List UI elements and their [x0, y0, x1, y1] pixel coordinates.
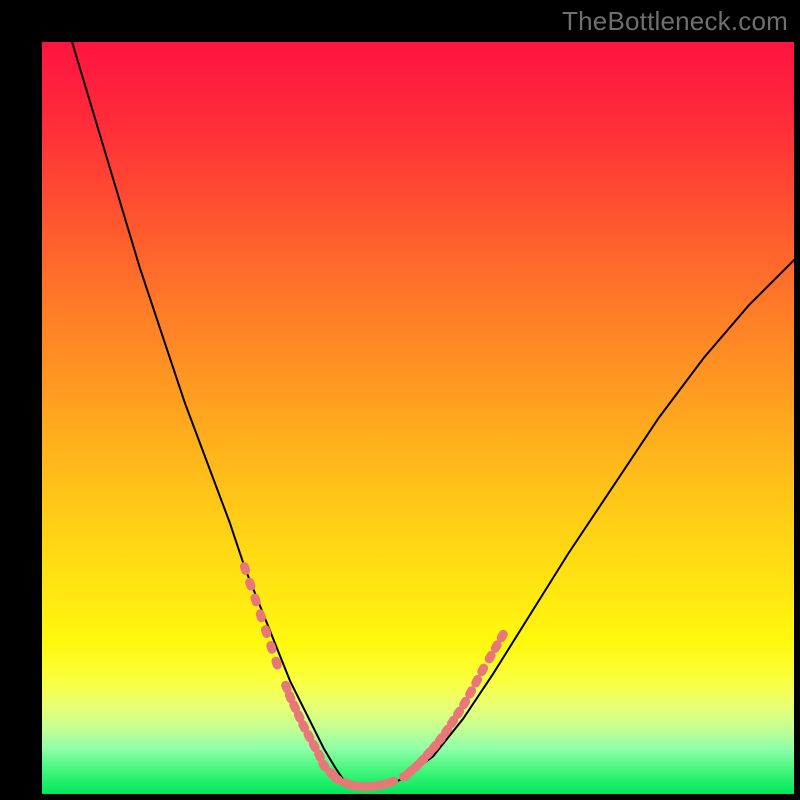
watermark-text: TheBottleneck.com: [562, 6, 788, 37]
marker-dot: [265, 640, 278, 655]
plot-area: [42, 42, 794, 794]
marker-dot: [239, 561, 252, 576]
marker-dots: [239, 561, 510, 792]
chart-svg: [42, 42, 794, 794]
outer-frame: TheBottleneck.com: [0, 0, 800, 800]
marker-dot: [260, 624, 273, 639]
bottleneck-curve: [72, 42, 794, 786]
marker-dot: [244, 577, 257, 592]
